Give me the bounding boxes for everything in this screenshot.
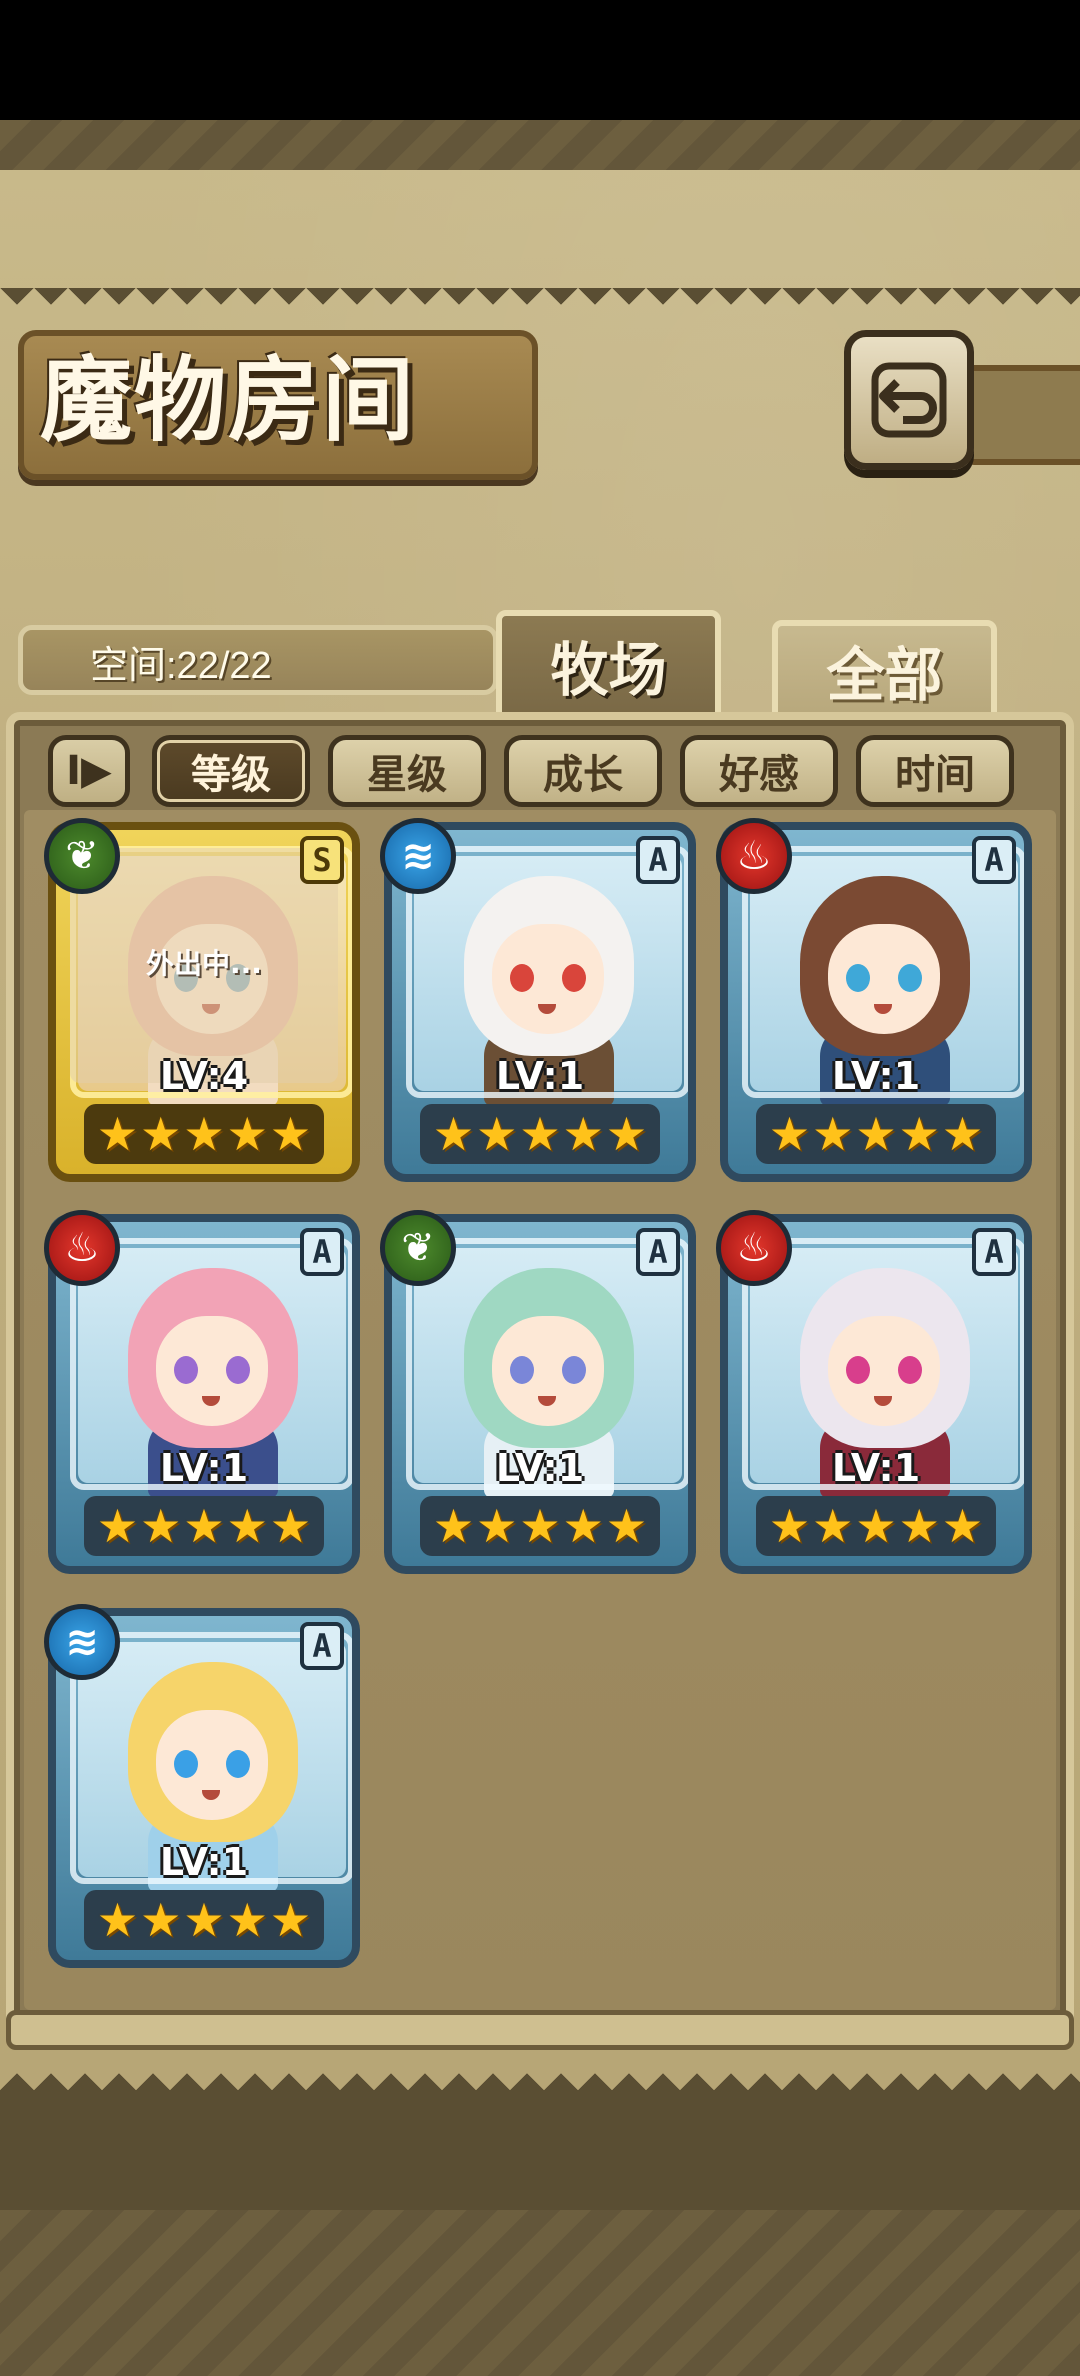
monster-card[interactable]: ≋ A LV:1 ★ ★ ★ ★ ★ [380, 818, 696, 1182]
star-icon: ★ [96, 1107, 139, 1161]
monster-card[interactable]: ❦ A LV:1 ★ ★ ★ ★ ★ [380, 1210, 696, 1574]
star-icon: ★ [140, 1893, 182, 1947]
flame-icon: ♨ [716, 1210, 792, 1286]
monster-card[interactable]: ♨ A LV:1 ★ ★ ★ ★ ★ [44, 1210, 360, 1574]
panel-bottom-bar [6, 2010, 1074, 2050]
star-icon: ★ [519, 1107, 561, 1161]
leaf-icon: ❦ [380, 1210, 456, 1286]
monster-card[interactable]: ≋ A LV:1 ★ ★ ★ ★ ★ [44, 1604, 360, 1968]
star-icon: ★ [605, 1499, 648, 1553]
monster-card[interactable]: ♨ A LV:1 ★ ★ ★ ★ ★ [716, 1210, 1032, 1574]
wave-icon: ≋ [44, 1604, 120, 1680]
star-icon: ★ [269, 1499, 312, 1553]
space-capacity-text: 空间:22/22 [90, 645, 272, 687]
star-icon: ★ [476, 1107, 518, 1161]
monster-level: LV:1 [831, 1054, 921, 1098]
star-rating: ★ ★ ★ ★ ★ [756, 1104, 996, 1164]
star-icon: ★ [96, 1893, 139, 1947]
sort-star-button[interactable]: 星级 [328, 735, 486, 807]
star-icon: ★ [562, 1499, 604, 1553]
star-rating: ★ ★ ★ ★ ★ [420, 1104, 660, 1164]
star-icon: ★ [855, 1499, 897, 1553]
star-icon: ★ [562, 1107, 604, 1161]
tab-all[interactable]: 全部 [772, 620, 997, 720]
star-icon: ★ [432, 1499, 475, 1553]
star-rating: ★ ★ ★ ★ ★ [84, 1496, 324, 1556]
star-rating: ★ ★ ★ ★ ★ [84, 1104, 324, 1164]
star-icon: ★ [269, 1893, 312, 1947]
star-icon: ★ [898, 1107, 940, 1161]
sort-order-toggle-button[interactable]: I▶ [48, 735, 130, 807]
rank-badge: A [300, 1228, 344, 1276]
star-icon: ★ [140, 1107, 182, 1161]
monster-card[interactable]: ♨ A LV:1 ★ ★ ★ ★ ★ [716, 818, 1032, 1182]
wave-icon: ≋ [380, 818, 456, 894]
monster-level: LV:1 [159, 1840, 249, 1884]
rank-badge: S [300, 836, 344, 884]
flame-icon: ♨ [716, 818, 792, 894]
star-rating: ★ ★ ★ ★ ★ [420, 1496, 660, 1556]
monster-level: LV:1 [495, 1054, 585, 1098]
star-icon: ★ [768, 1107, 811, 1161]
star-icon: ★ [519, 1499, 561, 1553]
star-icon: ★ [140, 1499, 182, 1553]
star-icon: ★ [941, 1107, 984, 1161]
away-status-text: 外出中... [146, 947, 262, 980]
map-background-bottom [0, 2210, 1080, 2376]
star-icon: ★ [183, 1893, 225, 1947]
page-title: 魔物房间 [40, 346, 417, 454]
star-icon: ★ [812, 1499, 854, 1553]
star-icon: ★ [226, 1107, 268, 1161]
rank-badge: A [972, 836, 1016, 884]
sort-affection-button[interactable]: 好感 [680, 735, 838, 807]
monster-level: LV:1 [495, 1446, 585, 1490]
monster-level: LV:1 [831, 1446, 921, 1490]
star-icon: ★ [183, 1107, 225, 1161]
sort-level-button[interactable]: 等级 [152, 735, 310, 807]
torn-edge-bottom [0, 2056, 1080, 2090]
star-icon: ★ [941, 1499, 984, 1553]
star-icon: ★ [605, 1107, 648, 1161]
star-rating: ★ ★ ★ ★ ★ [756, 1496, 996, 1556]
rank-badge: A [300, 1622, 344, 1670]
flame-icon: ♨ [44, 1210, 120, 1286]
star-icon: ★ [855, 1107, 897, 1161]
rank-badge: A [636, 836, 680, 884]
star-icon: ★ [226, 1893, 268, 1947]
status-bar [0, 0, 1080, 120]
sort-time-button[interactable]: 时间 [856, 735, 1014, 807]
back-rail [960, 365, 1080, 465]
star-icon: ★ [898, 1499, 940, 1553]
tab-ranch[interactable]: 牧场 [496, 610, 721, 720]
return-arrow-icon [871, 362, 947, 438]
star-icon: ★ [183, 1499, 225, 1553]
star-rating: ★ ★ ★ ★ ★ [84, 1890, 324, 1950]
back-button[interactable] [844, 330, 974, 470]
monster-card[interactable]: 外出中... ❦ S LV:4 ★ ★ ★ ★ ★ [44, 818, 360, 1182]
star-icon: ★ [476, 1499, 518, 1553]
star-icon: ★ [96, 1499, 139, 1553]
rank-badge: A [636, 1228, 680, 1276]
monster-level: LV:1 [159, 1446, 249, 1490]
leaf-icon: ❦ [44, 818, 120, 894]
sort-growth-button[interactable]: 成长 [504, 735, 662, 807]
monster-level: LV:4 [159, 1054, 249, 1098]
star-icon: ★ [768, 1499, 811, 1553]
star-icon: ★ [226, 1499, 268, 1553]
rank-badge: A [972, 1228, 1016, 1276]
star-icon: ★ [432, 1107, 475, 1161]
sort-order-icon: I▶ [66, 748, 112, 794]
star-icon: ★ [812, 1107, 854, 1161]
torn-edge-top [0, 288, 1080, 322]
star-icon: ★ [269, 1107, 312, 1161]
